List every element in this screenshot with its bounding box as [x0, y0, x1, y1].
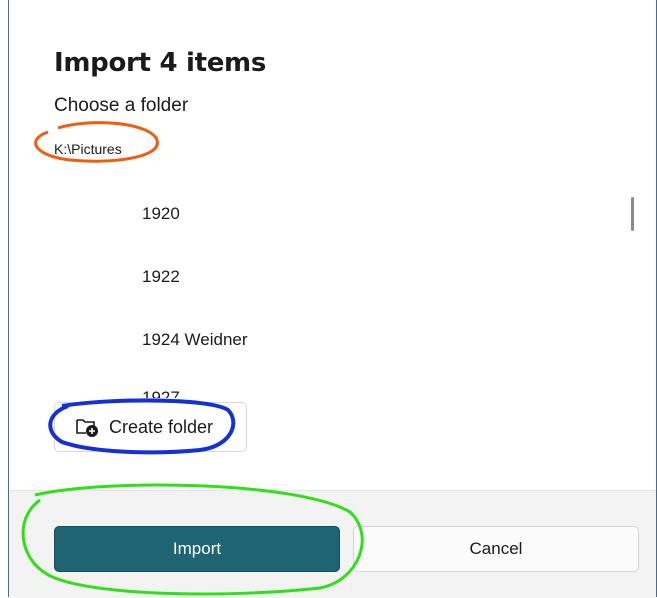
folder-item[interactable]: 1922: [142, 267, 180, 287]
folder-list-scrollbar[interactable]: [631, 197, 634, 231]
dialog-title: Import 4 items: [54, 48, 267, 78]
current-path: K:\Pictures: [54, 141, 122, 157]
create-folder-label: Create folder: [109, 416, 214, 437]
folder-item[interactable]: 1924 Weidner: [142, 330, 248, 350]
dialog-subtitle: Choose a folder: [54, 95, 189, 116]
folder-list: 1920 1922 1924 Weidner 1927: [54, 180, 629, 398]
folder-item[interactable]: 1920: [142, 204, 180, 224]
cancel-button[interactable]: Cancel: [353, 526, 639, 572]
folder-item[interactable]: 1927: [142, 388, 180, 398]
folder-add-icon: [75, 416, 99, 438]
import-button[interactable]: Import: [54, 526, 340, 572]
create-folder-button[interactable]: Create folder: [54, 402, 247, 452]
